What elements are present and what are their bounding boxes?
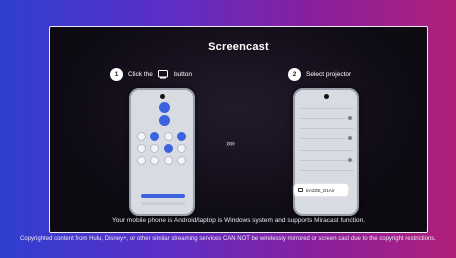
step-1-number: 1 (110, 68, 123, 81)
card-title: Screencast (208, 41, 269, 53)
cast-icon (163, 144, 173, 153)
quick-settings-grid (137, 132, 187, 165)
quick-setting-icon (137, 144, 146, 153)
settings-row (300, 150, 354, 151)
quick-setting-icon (163, 156, 173, 165)
quick-setting-icon (137, 132, 146, 141)
quick-setting-icon (163, 132, 173, 141)
step-1-label-after: button (173, 71, 193, 78)
monitor-icon (298, 188, 303, 192)
volume-slider (141, 202, 185, 205)
toggle-icon (348, 158, 352, 162)
phone-quick-settings-mockup (129, 88, 195, 216)
toggle-icon (348, 136, 352, 140)
phone-projector-list-mockup (293, 88, 359, 216)
settings-row (300, 138, 354, 139)
cast-icon (157, 70, 169, 79)
projector-list-item[interactable]: EAZZE_D1Air (294, 184, 348, 196)
settings-row (300, 160, 354, 161)
quick-setting-icon (176, 156, 186, 165)
quick-setting-icon (176, 132, 186, 141)
step-2: 2 Select projector (288, 68, 351, 81)
step-1-label-before: Click the (128, 71, 153, 78)
settings-row (300, 118, 354, 119)
quick-setting-icon (176, 144, 186, 153)
quick-setting-icon (150, 156, 160, 165)
settings-row (300, 170, 354, 171)
settings-row (300, 108, 354, 109)
screencast-card: Screencast 1 Click the button 2 Select p… (49, 26, 428, 233)
phone-camera (160, 94, 165, 99)
arrows-indicator: ›››› (226, 138, 235, 148)
settings-row (300, 128, 354, 129)
requirements-caption: Your mobile phone is Android/laptop is W… (111, 217, 366, 224)
step-2-number: 2 (288, 68, 301, 81)
step-1: 1 Click the button (110, 68, 192, 81)
step-2-label: Select projector (306, 71, 352, 78)
quick-toggle-wifi-icon (159, 102, 170, 113)
quick-setting-icon (137, 156, 146, 165)
quick-toggle-bluetooth-icon (159, 115, 170, 126)
brightness-slider (141, 194, 185, 198)
copyright-notice: Copyrighted content from Hulu, Disney+, … (20, 236, 436, 242)
quick-setting-icon (150, 144, 160, 153)
toggle-icon (348, 116, 352, 120)
quick-setting-icon (150, 132, 160, 141)
projector-name: EAZZE_D1Air (306, 187, 335, 193)
phone-camera (324, 94, 329, 99)
